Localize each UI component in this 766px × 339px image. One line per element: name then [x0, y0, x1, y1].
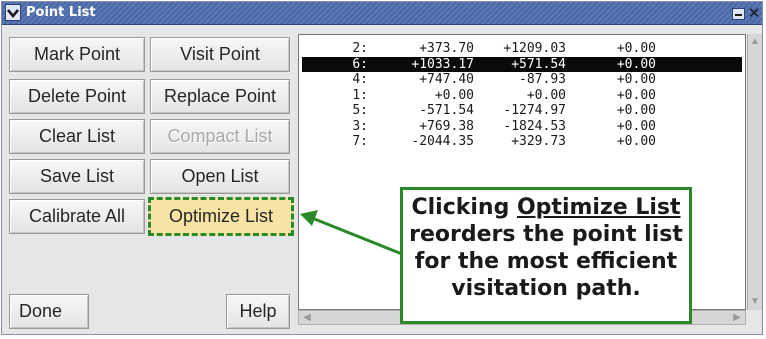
point-y-value: +329.73 [511, 134, 566, 149]
callout-line-1: Clicking Optimize List [403, 194, 689, 221]
point-z-value: +0.00 [616, 72, 656, 87]
optimize-list-button[interactable]: Optimize List [148, 197, 294, 236]
delete-point-button[interactable]: Delete Point [9, 79, 145, 114]
list-item[interactable]: 7: -2044.35 +329.73 +0.00 [302, 134, 742, 149]
list-item[interactable]: 4: +747.40 -87.93 +0.00 [302, 72, 742, 87]
point-y-value: +571.54 [511, 56, 566, 72]
minimize-icon[interactable] [732, 8, 745, 20]
point-x-value: +747.40 [419, 72, 474, 87]
window-title: Point List [26, 5, 96, 20]
point-z-value: +0.00 [616, 87, 656, 103]
callout-line-3: for the most efficient [414, 249, 678, 274]
optimize-list-callout: Clicking Optimize List reorders the poin… [400, 187, 692, 324]
help-button[interactable]: Help [226, 294, 290, 329]
scroll-up-arrow-icon[interactable]: ▲ [749, 36, 761, 48]
callout-line-2: reorders the point list [409, 222, 683, 247]
point-y-value: -87.93 [519, 72, 566, 87]
callout-link: Optimize List [516, 195, 681, 220]
point-index: 3: [352, 118, 368, 134]
point-x-value: +0.00 [434, 87, 474, 103]
point-index: 7: [352, 134, 368, 149]
compact-list-button[interactable]: Compact List [150, 119, 290, 154]
open-list-button[interactable]: Open List [150, 159, 290, 194]
point-list-window: Point List ✕ Mark Point Visit Point Dele… [1, 1, 763, 335]
point-z-value: +0.00 [616, 103, 656, 118]
scroll-down-arrow-icon[interactable]: ▼ [749, 296, 761, 308]
pointer-arrow-icon [300, 210, 403, 256]
close-icon[interactable]: ✕ [747, 4, 761, 22]
point-y-value: -1274.97 [503, 103, 566, 118]
point-y-value: +1209.03 [503, 41, 566, 56]
point-index: 6: [352, 56, 368, 72]
clear-list-button[interactable]: Clear List [9, 119, 145, 154]
point-x-value: -571.54 [419, 103, 474, 118]
point-x-value: +1033.17 [411, 56, 474, 72]
callout-prefix: Clicking [411, 195, 517, 220]
done-button[interactable]: Done [9, 294, 89, 329]
point-z-value: +0.00 [616, 41, 656, 56]
point-index: 4: [352, 72, 368, 87]
point-z-value: +0.00 [616, 118, 656, 134]
list-item[interactable]: 6: +1033.17 +571.54 +0.00 [302, 56, 742, 72]
replace-point-button[interactable]: Replace Point [150, 79, 290, 114]
callout-line-4: visitation path. [451, 276, 641, 301]
scroll-left-arrow-icon[interactable]: ◀ [301, 312, 313, 324]
point-index: 2: [352, 41, 368, 56]
mark-point-button[interactable]: Mark Point [9, 37, 145, 72]
list-item[interactable]: 1: +0.00 +0.00 +0.00 [302, 88, 742, 103]
point-x-value: +769.38 [419, 118, 474, 134]
title-bar[interactable]: Point List ✕ [2, 2, 762, 25]
calibrate-all-button[interactable]: Calibrate All [9, 199, 145, 234]
point-z-value: +0.00 [616, 134, 656, 149]
list-item[interactable]: 2: +373.70 +1209.03 +0.00 [302, 41, 742, 56]
point-x-value: -2044.35 [411, 134, 474, 149]
point-z-value: +0.00 [616, 56, 656, 72]
vertical-scrollbar[interactable]: ▲ ▼ [747, 34, 762, 310]
point-index: 5: [352, 103, 368, 118]
point-y-value: -1824.53 [503, 118, 566, 134]
visit-point-button[interactable]: Visit Point [150, 37, 290, 72]
point-index: 1: [352, 87, 368, 103]
list-item[interactable]: 3: +769.38 -1824.53 +0.00 [302, 119, 742, 134]
chevron-down-icon[interactable] [5, 4, 21, 21]
point-x-value: +373.70 [419, 41, 474, 56]
list-item[interactable]: 5: -571.54 -1274.97 +0.00 [302, 103, 742, 118]
save-list-button[interactable]: Save List [9, 159, 145, 194]
scroll-right-arrow-icon[interactable]: ▶ [731, 312, 743, 324]
point-y-value: +0.00 [526, 87, 566, 103]
